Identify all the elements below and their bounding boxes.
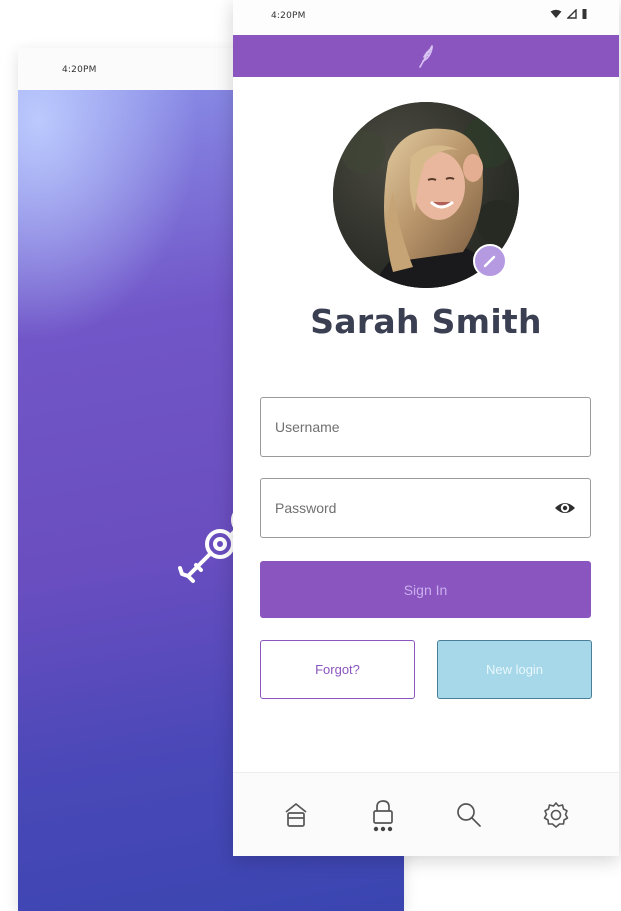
app-mockup-stage: 4:20PM 4:20PM Sarah Smith Username Sign …: [0, 0, 621, 911]
lock-icon: [372, 799, 393, 831]
nav-lock[interactable]: [361, 793, 405, 837]
nav-home[interactable]: [274, 793, 318, 837]
status-time: 4:20PM: [271, 11, 306, 21]
search-icon: [457, 802, 482, 827]
nav-settings[interactable]: [534, 793, 578, 837]
new-login-button[interactable]: New login: [437, 640, 592, 699]
password-input[interactable]: [261, 479, 545, 537]
bottom-navigation: [233, 772, 619, 856]
status-icons: [550, 8, 587, 19]
eye-icon[interactable]: [554, 499, 576, 517]
sign-in-button[interactable]: Sign In: [260, 561, 591, 618]
wifi-icon: [550, 9, 562, 18]
status-time: 4:20PM: [62, 65, 97, 75]
battery-icon: [582, 9, 587, 19]
profile-name: Sarah Smith: [310, 302, 542, 341]
login-screen: 4:20PM Sarah Smith Username Sign In Forg…: [233, 0, 619, 856]
status-bar: 4:20PM: [233, 0, 619, 35]
home-icon: [285, 802, 307, 827]
profile-avatar-container: [333, 102, 519, 288]
pencil-icon: [483, 255, 496, 268]
edit-avatar-button[interactable]: [473, 244, 507, 278]
forgot-password-button[interactable]: Forgot?: [260, 640, 415, 699]
username-input[interactable]: [261, 398, 545, 456]
username-field[interactable]: [260, 397, 591, 457]
feather-logo-icon: [419, 45, 434, 68]
signal-icon: [567, 8, 577, 19]
password-field[interactable]: [260, 478, 591, 538]
nav-search[interactable]: [447, 793, 491, 837]
settings-icon: [543, 801, 569, 828]
top-app-bar: [233, 35, 619, 77]
